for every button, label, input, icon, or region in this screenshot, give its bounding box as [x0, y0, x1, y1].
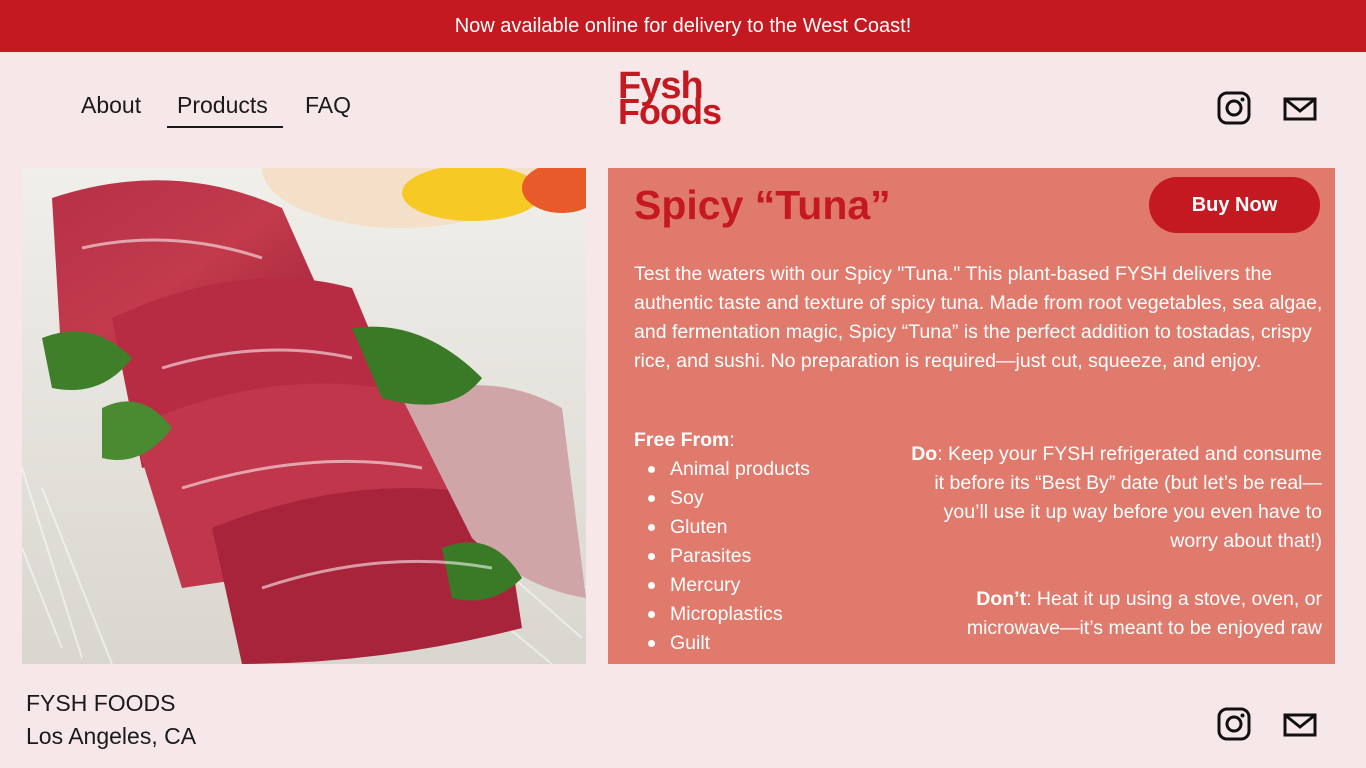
- buy-now-button[interactable]: Buy Now: [1149, 177, 1320, 233]
- nav-about[interactable]: About: [81, 92, 141, 119]
- list-item: Microplastics: [634, 600, 810, 629]
- footer-brand-name: FYSH FOODS: [26, 690, 176, 716]
- instagram-icon[interactable]: [1217, 91, 1251, 125]
- active-nav-underline: [167, 126, 283, 128]
- list-item: Soy: [634, 484, 810, 513]
- product-detail-panel: Spicy “Tuna” Buy Now Test the waters wit…: [608, 168, 1335, 664]
- free-from-list: Free From: Animal products Soy Gluten Pa…: [634, 426, 810, 658]
- instagram-icon[interactable]: [1217, 707, 1251, 741]
- mail-icon[interactable]: [1283, 713, 1317, 737]
- list-item: Parasites: [634, 542, 810, 571]
- list-item: Animal products: [634, 455, 810, 484]
- nav-faq[interactable]: FAQ: [305, 92, 351, 119]
- tuna-sashimi-image: [22, 168, 586, 664]
- nav-products[interactable]: Products: [177, 92, 268, 119]
- list-item: Gluten: [634, 513, 810, 542]
- list-item: Guilt: [634, 629, 810, 658]
- product-photo: [22, 168, 586, 664]
- dont-instructions: Don’t: Heat it up using a stove, oven, o…: [966, 588, 1322, 639]
- fysh-foods-logo[interactable]: Fysh Foods: [614, 67, 744, 136]
- footer-location: Los Angeles, CA: [26, 723, 197, 749]
- do-instructions: Do: Keep your FYSH refrigerated and cons…: [911, 443, 1322, 552]
- product-title: Spicy “Tuna”: [634, 182, 891, 228]
- product-description: Test the waters with our Spicy "Tuna." T…: [634, 263, 1323, 372]
- banner-text: Now available online for delivery to the…: [454, 14, 912, 37]
- list-item: Mercury: [634, 571, 810, 600]
- logo-line-2: Foods: [618, 91, 722, 132]
- top-nav: About Products FAQ Fysh Foods: [0, 52, 1366, 164]
- announcement-banner: Now available online for delivery to the…: [0, 0, 1366, 52]
- mail-icon[interactable]: [1283, 97, 1317, 121]
- free-from-heading: Free From:: [634, 429, 735, 451]
